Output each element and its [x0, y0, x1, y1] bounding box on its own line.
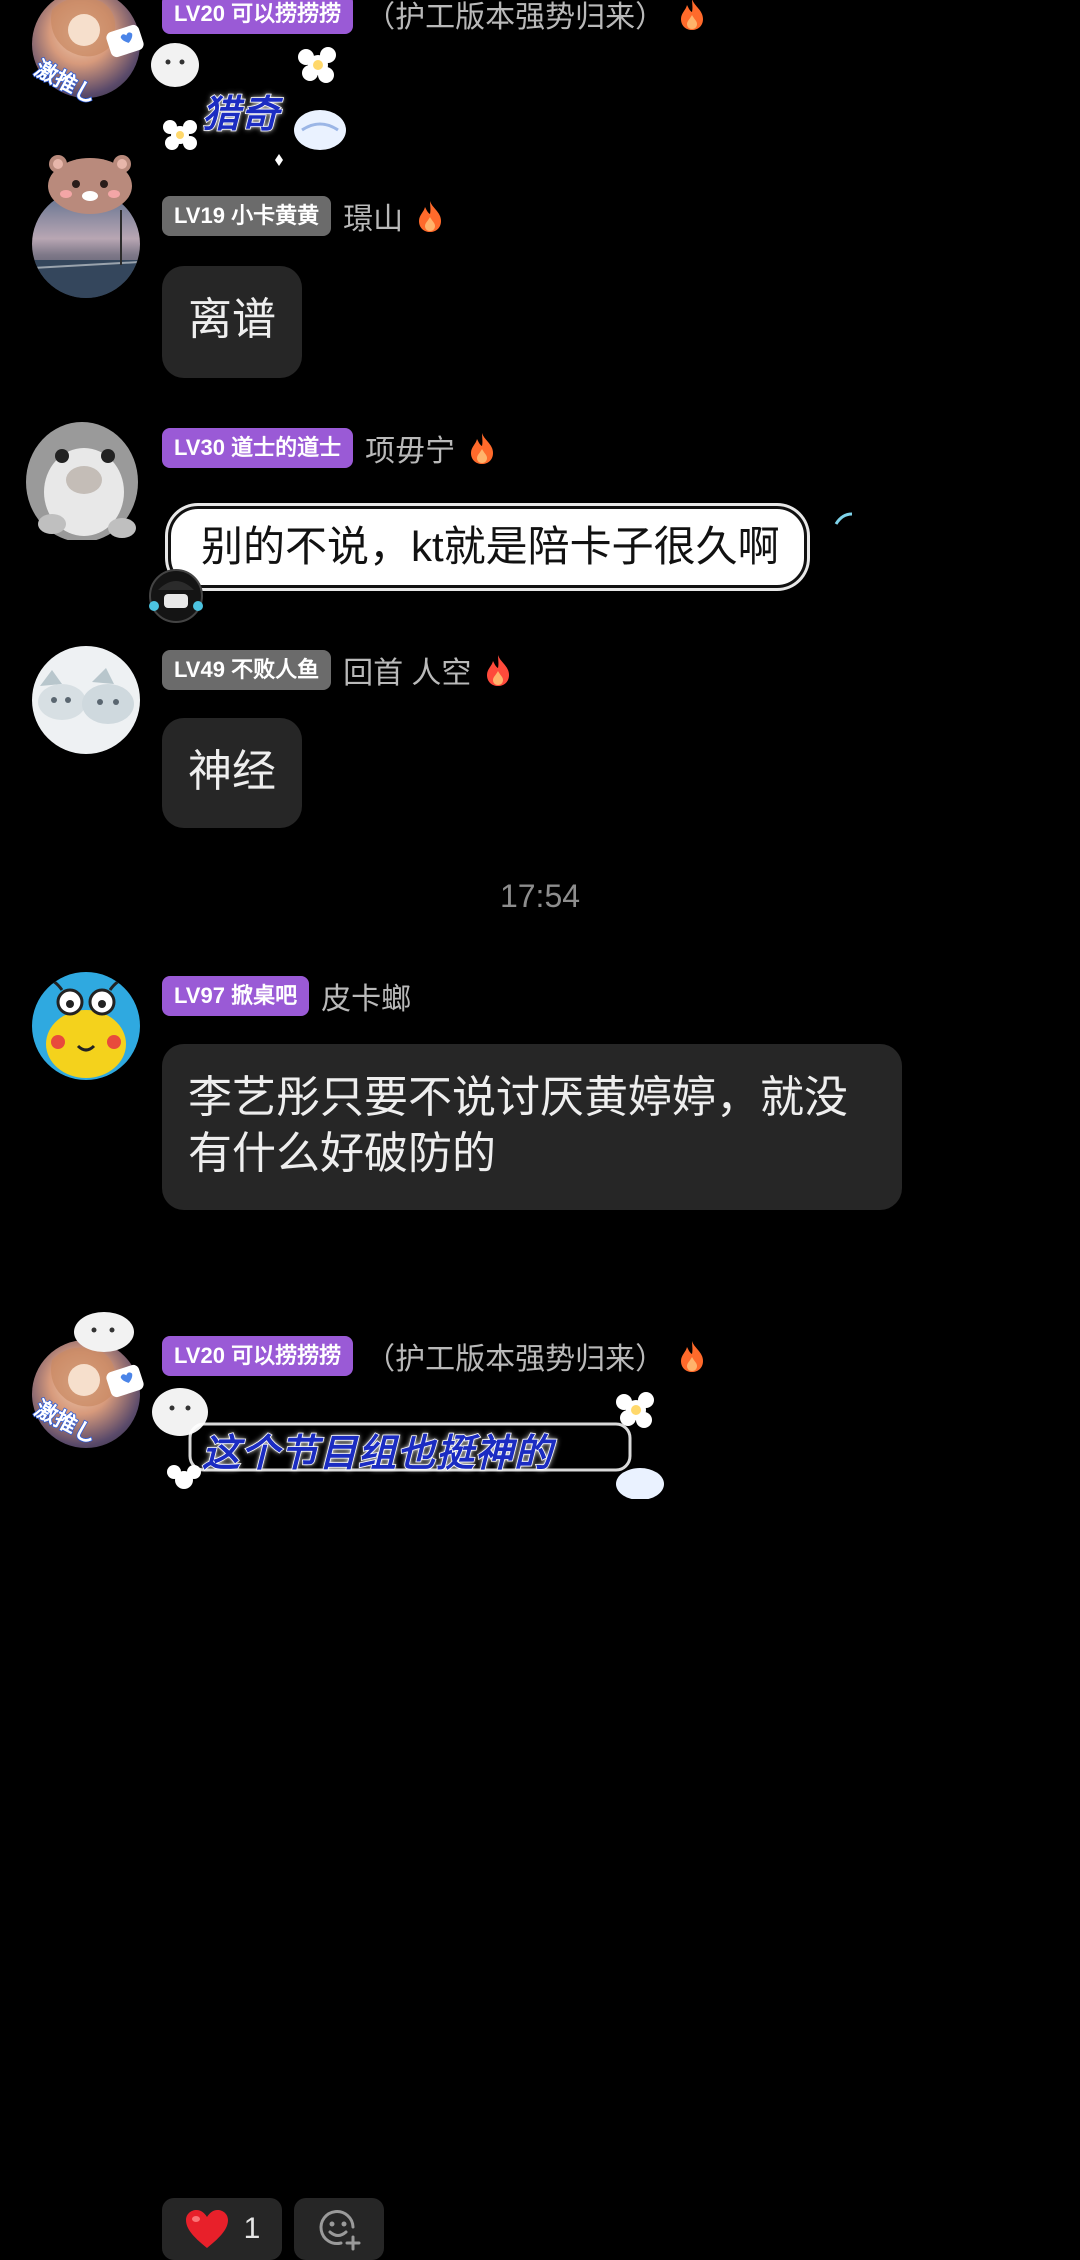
flame-icon — [471, 433, 494, 464]
level-badge[interactable]: LV49 不败人鱼 — [162, 650, 332, 690]
message-header: LV49 不败人鱼 回首 人空 — [162, 648, 513, 692]
message-3: LV30 道士的道士 项毋宁 别的不说，kt就是陪卡子很久啊 — [0, 410, 1080, 623]
sticker-caption: 猎奇 — [201, 93, 281, 137]
message-header: LV30 道士的道士 项毋宁 — [162, 426, 497, 470]
message-header: LV20 可以捞捞捞 （护工版本强势归来） — [162, 0, 707, 36]
sender-name[interactable]: 项毋宁 — [365, 426, 455, 470]
bubble-corner-decoration — [834, 512, 853, 525]
message-bubble[interactable]: 离谱 — [162, 266, 302, 378]
level-badge[interactable]: LV30 道士的道士 — [162, 428, 354, 468]
reaction-count: 1 — [243, 2212, 261, 2245]
bubble-decoration — [149, 569, 203, 623]
message-6: 激推し LV20 可以捞捞捞 （护工版本强势归来） 这个节目组也挺神的 — [0, 1310, 1080, 1499]
message-2: LV19 小卡黄黄 璟山 离谱 — [0, 150, 1080, 390]
message-header: LV19 小卡黄黄 璟山 — [162, 194, 445, 238]
avatar[interactable] — [32, 0, 140, 98]
flame-icon — [419, 201, 442, 232]
avatar[interactable] — [32, 646, 140, 754]
sticker-message[interactable]: 这个节目组也挺神的 — [140, 1380, 680, 1499]
level-badge[interactable]: LV20 可以捞捞捞 — [162, 0, 354, 34]
sender-name[interactable]: （护工版本强势归来） — [365, 0, 665, 36]
flame-icon — [681, 1341, 704, 1372]
avatar[interactable] — [32, 190, 140, 298]
message-5: LV97 掀桌吧 皮卡螂 李艺彤只要不说讨厌黄婷婷，就没 有什么好破防的 1 — [0, 960, 1080, 2260]
add-reaction-icon — [319, 2210, 361, 2251]
sticker-caption: 这个节目组也挺神的 — [201, 1432, 554, 1476]
sender-name[interactable]: 皮卡螂 — [321, 974, 411, 1018]
avatar[interactable] — [32, 1340, 140, 1448]
heart-icon — [185, 2210, 228, 2248]
message-header: LV97 掀桌吧 皮卡螂 — [162, 974, 411, 1018]
avatar[interactable] — [22, 416, 146, 540]
message-bubble[interactable]: 别的不说，kt就是陪卡子很久啊 — [168, 506, 807, 588]
like-reaction-button[interactable]: 1 — [162, 2198, 282, 2260]
message-text-line: 有什么好破防的 — [188, 1129, 496, 1178]
sender-name[interactable]: 回首 人空 — [343, 648, 471, 692]
sender-name[interactable]: 璟山 — [343, 194, 403, 238]
level-badge[interactable]: LV19 小卡黄黄 — [162, 196, 332, 236]
message-bubble[interactable]: 李艺彤只要不说讨厌黄婷婷，就没 有什么好破防的 — [162, 1044, 902, 1210]
sender-name[interactable]: （护工版本强势归来） — [365, 1334, 665, 1378]
flame-icon — [681, 0, 704, 30]
avatar[interactable] — [32, 972, 140, 1080]
level-badge[interactable]: LV97 掀桌吧 — [162, 976, 310, 1016]
level-badge[interactable]: LV20 可以捞捞捞 — [162, 1336, 354, 1376]
message-bubble[interactable]: 神经 — [162, 718, 302, 828]
flame-icon — [487, 655, 510, 686]
message-header: LV20 可以捞捞捞 （护工版本强势归来） — [162, 1334, 707, 1378]
add-reaction-button[interactable] — [294, 2198, 384, 2260]
message-4: LV49 不败人鱼 回首 人空 神经 — [0, 630, 1080, 840]
message-text-line: 李艺彤只要不说讨厌黄婷婷，就没 — [188, 1073, 848, 1122]
timestamp-divider: 17:54 — [499, 878, 581, 914]
